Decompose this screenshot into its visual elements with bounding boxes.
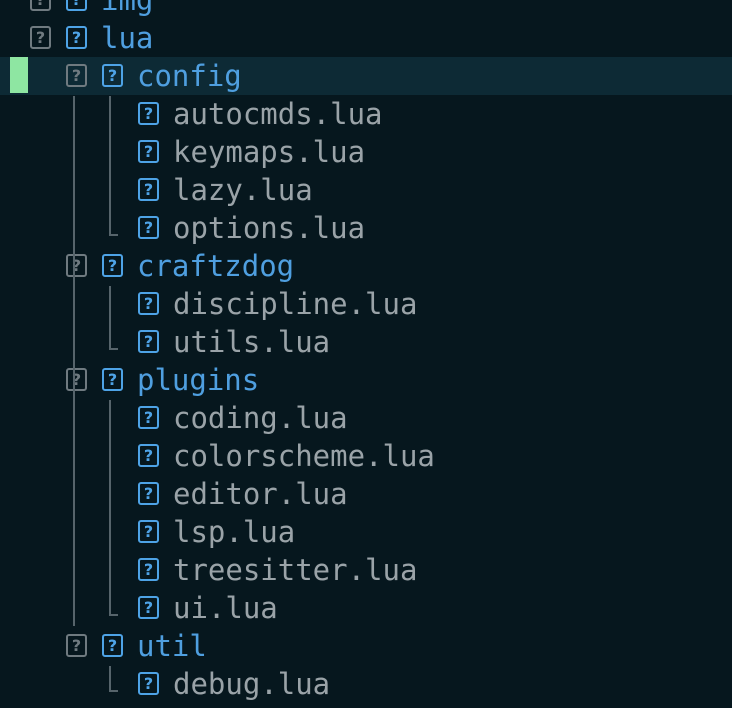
directory-name: util [137, 629, 207, 663]
directory-name: img [101, 0, 154, 17]
file-name: lsp.lua [173, 515, 296, 549]
file-name: keymaps.lua [173, 135, 366, 169]
file-icon: ? [138, 558, 159, 581]
folder-icon: ? [102, 634, 123, 657]
file-icon: ? [138, 482, 159, 505]
sign-column-marker [10, 57, 28, 93]
folder-icon: ? [102, 254, 123, 277]
file-name: utils.lua [173, 325, 331, 359]
tree-dir-lua[interactable]: ?? lua [0, 19, 732, 57]
tree-dir-util[interactable]: ?? util [0, 627, 732, 665]
file-name: lazy.lua [173, 173, 313, 207]
file-icon: ? [138, 406, 159, 429]
indent-guide-corner [109, 234, 118, 236]
tree-dir-config[interactable]: ?? config [0, 57, 732, 95]
indent-guide-corner [109, 614, 118, 616]
indent-guide [109, 96, 111, 236]
file-name: treesitter.lua [173, 553, 418, 587]
directory-name: craftzdog [137, 249, 295, 283]
indent-guide [109, 400, 111, 616]
indent-guide-corner [109, 348, 118, 350]
file-tree: ?? img?? lua?? config? autocmds.lua? keymaps.… [0, 0, 732, 708]
file-name: coding.lua [173, 401, 348, 435]
file-name: colorscheme.lua [173, 439, 435, 473]
file-name: discipline.lua [173, 287, 418, 321]
file-icon: ? [138, 444, 159, 467]
file-name: ui.lua [173, 591, 278, 625]
file-name: options.lua [173, 211, 366, 245]
fold-icon[interactable]: ? [30, 0, 51, 11]
indent-guide [109, 286, 111, 350]
file-icon: ? [138, 330, 159, 353]
file-icon: ? [138, 102, 159, 125]
fold-icon[interactable]: ? [66, 634, 87, 657]
file-name: editor.lua [173, 477, 348, 511]
tree-dir-plugins[interactable]: ?? plugins [0, 361, 732, 399]
indent-guide-corner [109, 690, 118, 692]
fold-icon[interactable]: ? [66, 368, 87, 391]
folder-icon: ? [66, 0, 87, 11]
tree-dir-img[interactable]: ?? img [0, 0, 732, 19]
fold-icon[interactable]: ? [66, 254, 87, 277]
fold-icon[interactable]: ? [66, 64, 87, 87]
folder-icon: ? [102, 368, 123, 391]
directory-name: config [137, 59, 242, 93]
file-icon: ? [138, 216, 159, 239]
folder-icon: ? [102, 64, 123, 87]
file-icon: ? [138, 140, 159, 163]
directory-name: plugins [137, 363, 260, 397]
file-name: debug.lua [173, 667, 331, 701]
tree-dir-craftzdog[interactable]: ?? craftzdog [0, 247, 732, 285]
directory-name: lua [101, 21, 154, 55]
file-icon: ? [138, 520, 159, 543]
file-icon: ? [138, 178, 159, 201]
file-icon: ? [138, 596, 159, 619]
folder-icon: ? [66, 26, 87, 49]
indent-guide [109, 666, 111, 692]
indent-guide [73, 96, 75, 626]
file-name: autocmds.lua [173, 97, 383, 131]
fold-icon[interactable]: ? [30, 26, 51, 49]
file-icon: ? [138, 672, 159, 695]
file-icon: ? [138, 292, 159, 315]
